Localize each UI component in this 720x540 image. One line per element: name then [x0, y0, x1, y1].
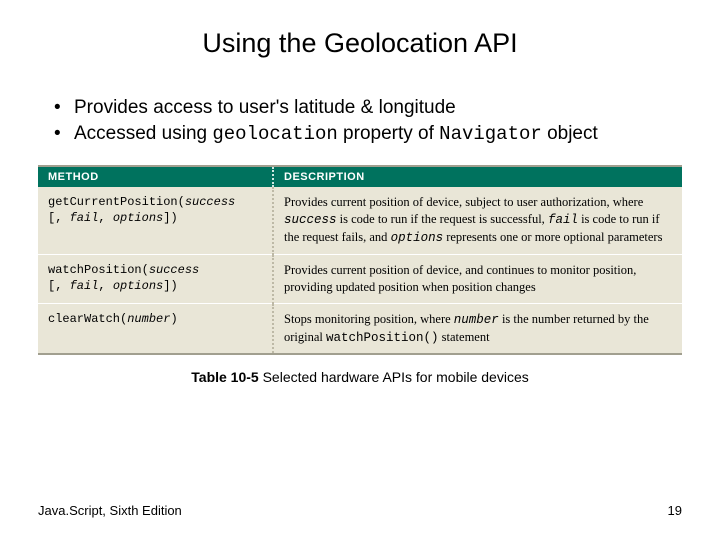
- bullet-item: Accessed using geolocation property of N…: [52, 121, 682, 148]
- caption-label: Table 10-5: [191, 369, 258, 385]
- desc-text: statement: [439, 330, 490, 344]
- code-text: clearWatch(: [48, 312, 127, 326]
- method-cell: getCurrentPosition(success [, fail, opti…: [38, 187, 273, 254]
- code-inline: geolocation: [212, 123, 337, 145]
- code-inline: number: [454, 313, 499, 327]
- bullet-text: property of: [338, 123, 439, 144]
- description-cell: Stops monitoring position, where number …: [273, 303, 682, 354]
- code-arg: success: [185, 195, 235, 209]
- desc-text: is code to run if the request is success…: [337, 212, 548, 226]
- bullet-item: Provides access to user's latitude & lon…: [52, 95, 682, 121]
- table-row: clearWatch(number) Stops monitoring posi…: [38, 303, 682, 354]
- code-inline: watchPosition(): [326, 331, 439, 345]
- code-text: [,: [48, 279, 70, 293]
- code-text: ]): [163, 279, 177, 293]
- desc-text: Provides current position of device, sub…: [284, 195, 643, 209]
- slide-title: Using the Geolocation API: [38, 28, 682, 59]
- code-inline: options: [391, 231, 444, 245]
- caption-text: Selected hardware APIs for mobile device…: [259, 369, 529, 385]
- table-header-description: DESCRIPTION: [273, 166, 682, 187]
- code-inline: fail: [548, 213, 578, 227]
- page-number: 19: [668, 503, 682, 518]
- desc-text: Stops monitoring position, where: [284, 312, 454, 326]
- code-text: getCurrentPosition(: [48, 195, 185, 209]
- code-arg: success: [149, 263, 199, 277]
- api-table: METHOD DESCRIPTION getCurrentPosition(su…: [38, 165, 682, 355]
- code-text: ,: [98, 211, 112, 225]
- code-text: ]): [163, 211, 177, 225]
- bullet-text: Accessed using: [74, 123, 212, 144]
- code-arg: number: [127, 312, 170, 326]
- method-cell: clearWatch(number): [38, 303, 273, 354]
- table-caption: Table 10-5 Selected hardware APIs for mo…: [38, 369, 682, 385]
- slide-footer: Java.Script, Sixth Edition 19: [38, 503, 682, 518]
- code-text: ): [170, 312, 177, 326]
- method-cell: watchPosition(success [, fail, options]): [38, 254, 273, 303]
- code-arg: options: [113, 279, 163, 293]
- table-header-row: METHOD DESCRIPTION: [38, 166, 682, 187]
- description-cell: Provides current position of device, sub…: [273, 187, 682, 254]
- code-arg: fail: [70, 279, 99, 293]
- bullet-text: object: [542, 123, 598, 144]
- footer-source: Java.Script, Sixth Edition: [38, 503, 182, 518]
- table-row: watchPosition(success [, fail, options])…: [38, 254, 682, 303]
- code-arg: fail: [70, 211, 99, 225]
- table-row: getCurrentPosition(success [, fail, opti…: [38, 187, 682, 254]
- code-inline: Navigator: [439, 123, 542, 145]
- code-text: [,: [48, 211, 70, 225]
- desc-text: represents one or more optional paramete…: [443, 230, 662, 244]
- table-header-method: METHOD: [38, 166, 273, 187]
- bullet-list: Provides access to user's latitude & lon…: [52, 95, 682, 147]
- code-inline: success: [284, 213, 337, 227]
- code-text: ,: [98, 279, 112, 293]
- code-text: watchPosition(: [48, 263, 149, 277]
- description-cell: Provides current position of device, and…: [273, 254, 682, 303]
- code-arg: options: [113, 211, 163, 225]
